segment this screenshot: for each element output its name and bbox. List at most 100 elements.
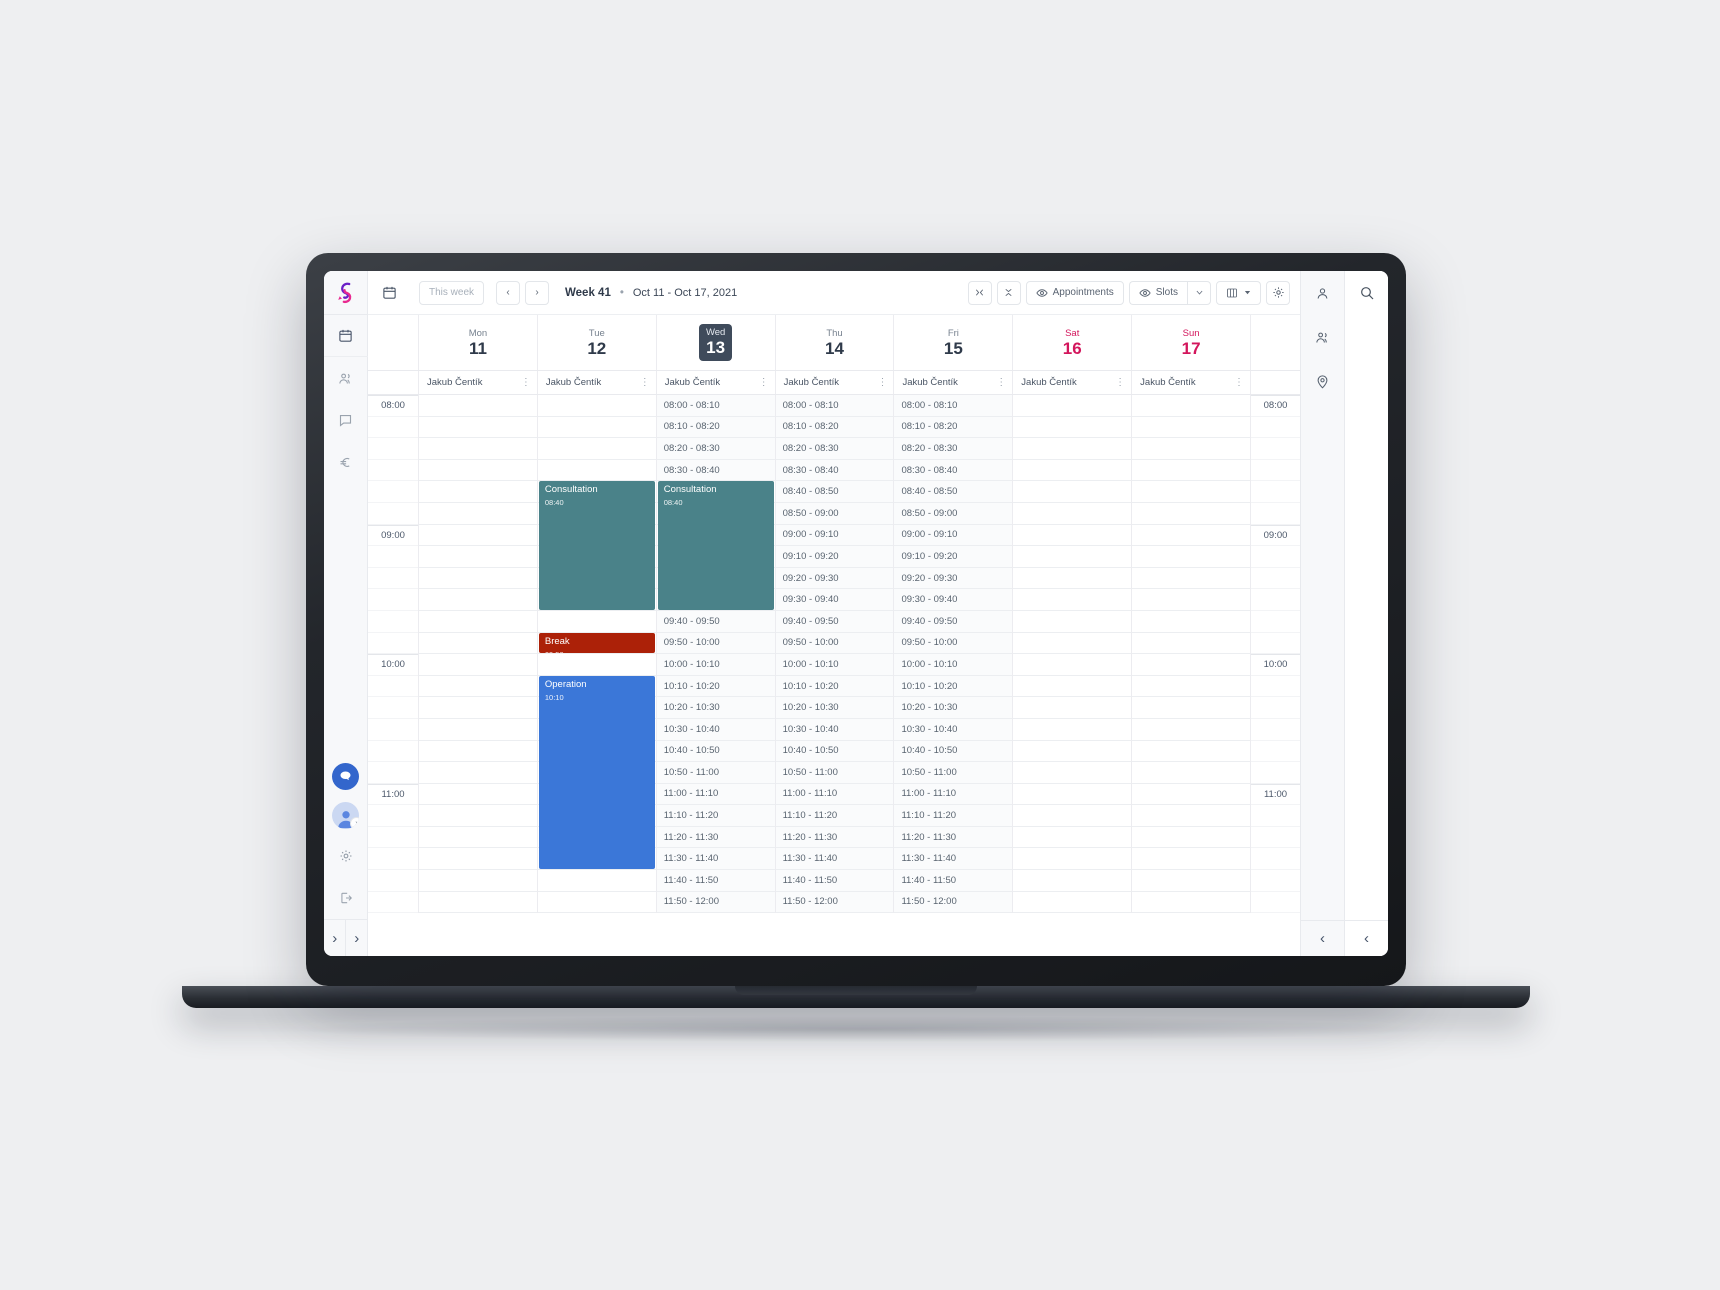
time-slot[interactable]: 10:50 - 11:00 bbox=[894, 762, 1013, 784]
day-header-wed[interactable]: Wed 13 bbox=[655, 315, 775, 370]
time-slot[interactable]: 11:10 - 11:20 bbox=[656, 805, 775, 827]
empty-slot[interactable] bbox=[419, 632, 537, 655]
time-slot[interactable]: 10:30 - 10:40 bbox=[894, 718, 1013, 741]
sidebar-item-billing[interactable] bbox=[324, 441, 368, 483]
time-slot[interactable]: 09:00 - 09:10 bbox=[894, 524, 1013, 547]
time-slot[interactable]: 08:00 - 08:10 bbox=[656, 395, 775, 417]
empty-slot[interactable] bbox=[419, 459, 537, 482]
day-column-tue[interactable]: Consultation 08:40 Break 09:50 Operation 10:1… bbox=[536, 395, 656, 914]
empty-slot[interactable] bbox=[1013, 524, 1132, 547]
sidebar-item-settings[interactable] bbox=[324, 835, 368, 877]
app-logo[interactable] bbox=[324, 271, 368, 315]
empty-slot[interactable] bbox=[1132, 589, 1251, 611]
sidebar-chat-button[interactable] bbox=[332, 763, 359, 790]
time-slot[interactable]: 08:20 - 08:30 bbox=[775, 438, 894, 460]
time-slot[interactable]: 08:40 - 08:50 bbox=[775, 481, 894, 503]
empty-slot[interactable] bbox=[1013, 481, 1132, 503]
empty-slot[interactable] bbox=[1132, 762, 1251, 784]
search-button[interactable] bbox=[1345, 271, 1389, 315]
day-header-sat[interactable]: Sat 16 bbox=[1012, 315, 1131, 370]
empty-slot[interactable] bbox=[1013, 546, 1132, 568]
time-slot[interactable]: 10:40 - 10:50 bbox=[775, 740, 894, 763]
day-column-sun[interactable] bbox=[1131, 395, 1251, 914]
empty-slot[interactable] bbox=[419, 567, 537, 590]
next-week-button[interactable]: › bbox=[525, 280, 550, 305]
time-slot[interactable]: 08:10 - 08:20 bbox=[894, 416, 1013, 439]
time-slot[interactable]: 08:10 - 08:20 bbox=[775, 416, 894, 439]
empty-slot[interactable] bbox=[537, 416, 656, 439]
empty-slot[interactable] bbox=[1132, 459, 1251, 482]
time-slot[interactable]: 10:50 - 11:00 bbox=[775, 762, 894, 784]
sidebar-item-clients[interactable] bbox=[324, 357, 368, 399]
empty-slot[interactable] bbox=[419, 848, 537, 871]
slots-dropdown-button[interactable] bbox=[1187, 280, 1211, 305]
time-slot[interactable]: 09:20 - 09:30 bbox=[894, 567, 1013, 590]
sidebar-item-messages[interactable] bbox=[324, 399, 368, 441]
kebab-menu-icon[interactable]: ⋮ bbox=[1115, 377, 1125, 387]
empty-slot[interactable] bbox=[1013, 567, 1132, 590]
appointments-toggle[interactable]: Appointments bbox=[1025, 280, 1124, 305]
kebab-menu-icon[interactable]: ⋮ bbox=[759, 377, 769, 387]
day-header-thu[interactable]: Thu 14 bbox=[774, 315, 894, 370]
time-slot[interactable]: 09:40 - 09:50 bbox=[775, 610, 894, 633]
time-slot[interactable]: 11:10 - 11:20 bbox=[775, 805, 894, 827]
time-slot[interactable]: 09:40 - 09:50 bbox=[656, 610, 775, 633]
time-slot[interactable]: 11:00 - 11:10 bbox=[656, 783, 775, 806]
empty-slot[interactable] bbox=[1013, 762, 1132, 784]
day-header-tue[interactable]: Tue 12 bbox=[536, 315, 656, 370]
empty-slot[interactable] bbox=[419, 502, 537, 525]
calendar-grid-scroll[interactable]: 08:00 09:00 10:00 11:00 Consultation 08:40 Bre… bbox=[368, 395, 1300, 956]
empty-slot[interactable] bbox=[419, 654, 537, 676]
time-slot[interactable]: 08:10 - 08:20 bbox=[656, 416, 775, 439]
empty-slot[interactable] bbox=[1013, 697, 1132, 719]
empty-slot[interactable] bbox=[419, 783, 537, 806]
time-slot[interactable]: 09:50 - 10:00 bbox=[775, 632, 894, 655]
kebab-menu-icon[interactable]: ⋮ bbox=[996, 377, 1006, 387]
time-slot[interactable]: 08:30 - 08:40 bbox=[656, 459, 775, 482]
empty-slot[interactable] bbox=[1132, 438, 1251, 460]
time-slot[interactable]: 11:20 - 11:30 bbox=[775, 826, 894, 849]
empty-slot[interactable] bbox=[537, 610, 656, 633]
empty-slot[interactable] bbox=[1132, 481, 1251, 503]
calendar-settings-button[interactable] bbox=[1266, 280, 1290, 305]
time-slot[interactable]: 08:50 - 09:00 bbox=[894, 502, 1013, 525]
time-slot[interactable]: 08:20 - 08:30 bbox=[894, 438, 1013, 460]
columns-view-button[interactable] bbox=[1216, 280, 1261, 305]
empty-slot[interactable] bbox=[1013, 675, 1132, 698]
time-slot[interactable]: 08:50 - 09:00 bbox=[775, 502, 894, 525]
empty-slot[interactable] bbox=[1132, 718, 1251, 741]
time-slot[interactable]: 09:30 - 09:40 bbox=[775, 589, 894, 611]
time-slot[interactable]: 10:40 - 10:50 bbox=[894, 740, 1013, 763]
time-slot[interactable]: 09:50 - 10:00 bbox=[656, 632, 775, 655]
empty-slot[interactable] bbox=[1013, 718, 1132, 741]
empty-slot[interactable] bbox=[1013, 438, 1132, 460]
empty-slot[interactable] bbox=[1132, 805, 1251, 827]
time-slot[interactable]: 11:50 - 12:00 bbox=[894, 891, 1013, 914]
empty-slot[interactable] bbox=[1132, 783, 1251, 806]
day-column-mon[interactable] bbox=[418, 395, 537, 914]
empty-slot[interactable] bbox=[1013, 848, 1132, 871]
time-slot[interactable]: 10:10 - 10:20 bbox=[775, 675, 894, 698]
day-column-sat[interactable] bbox=[1012, 395, 1132, 914]
empty-slot[interactable] bbox=[1132, 632, 1251, 655]
empty-slot[interactable] bbox=[1132, 740, 1251, 763]
resource-cell[interactable]: Jakub Čentík ⋮ bbox=[1132, 371, 1250, 394]
time-slot[interactable]: 10:00 - 10:10 bbox=[656, 654, 775, 676]
time-slot[interactable]: 11:30 - 11:40 bbox=[894, 848, 1013, 871]
kebab-menu-icon[interactable]: ⋮ bbox=[1234, 377, 1244, 387]
time-slot[interactable]: 08:00 - 08:10 bbox=[775, 395, 894, 417]
slots-toggle[interactable]: Slots bbox=[1128, 280, 1187, 305]
time-slot[interactable]: 10:10 - 10:20 bbox=[656, 675, 775, 698]
empty-slot[interactable] bbox=[1013, 826, 1132, 849]
empty-slot[interactable] bbox=[1013, 395, 1132, 417]
time-slot[interactable]: 08:00 - 08:10 bbox=[894, 395, 1013, 417]
time-slot[interactable]: 11:50 - 12:00 bbox=[656, 891, 775, 914]
empty-slot[interactable] bbox=[419, 762, 537, 784]
empty-slot[interactable] bbox=[419, 870, 537, 892]
empty-slot[interactable] bbox=[419, 675, 537, 698]
calendar-event[interactable]: Consultation 08:40 bbox=[657, 481, 774, 610]
resource-cell[interactable]: Jakub Čentík ⋮ bbox=[1013, 371, 1131, 394]
empty-slot[interactable] bbox=[419, 718, 537, 741]
time-slot[interactable]: 11:40 - 11:50 bbox=[656, 870, 775, 892]
time-slot[interactable]: 11:10 - 11:20 bbox=[894, 805, 1013, 827]
